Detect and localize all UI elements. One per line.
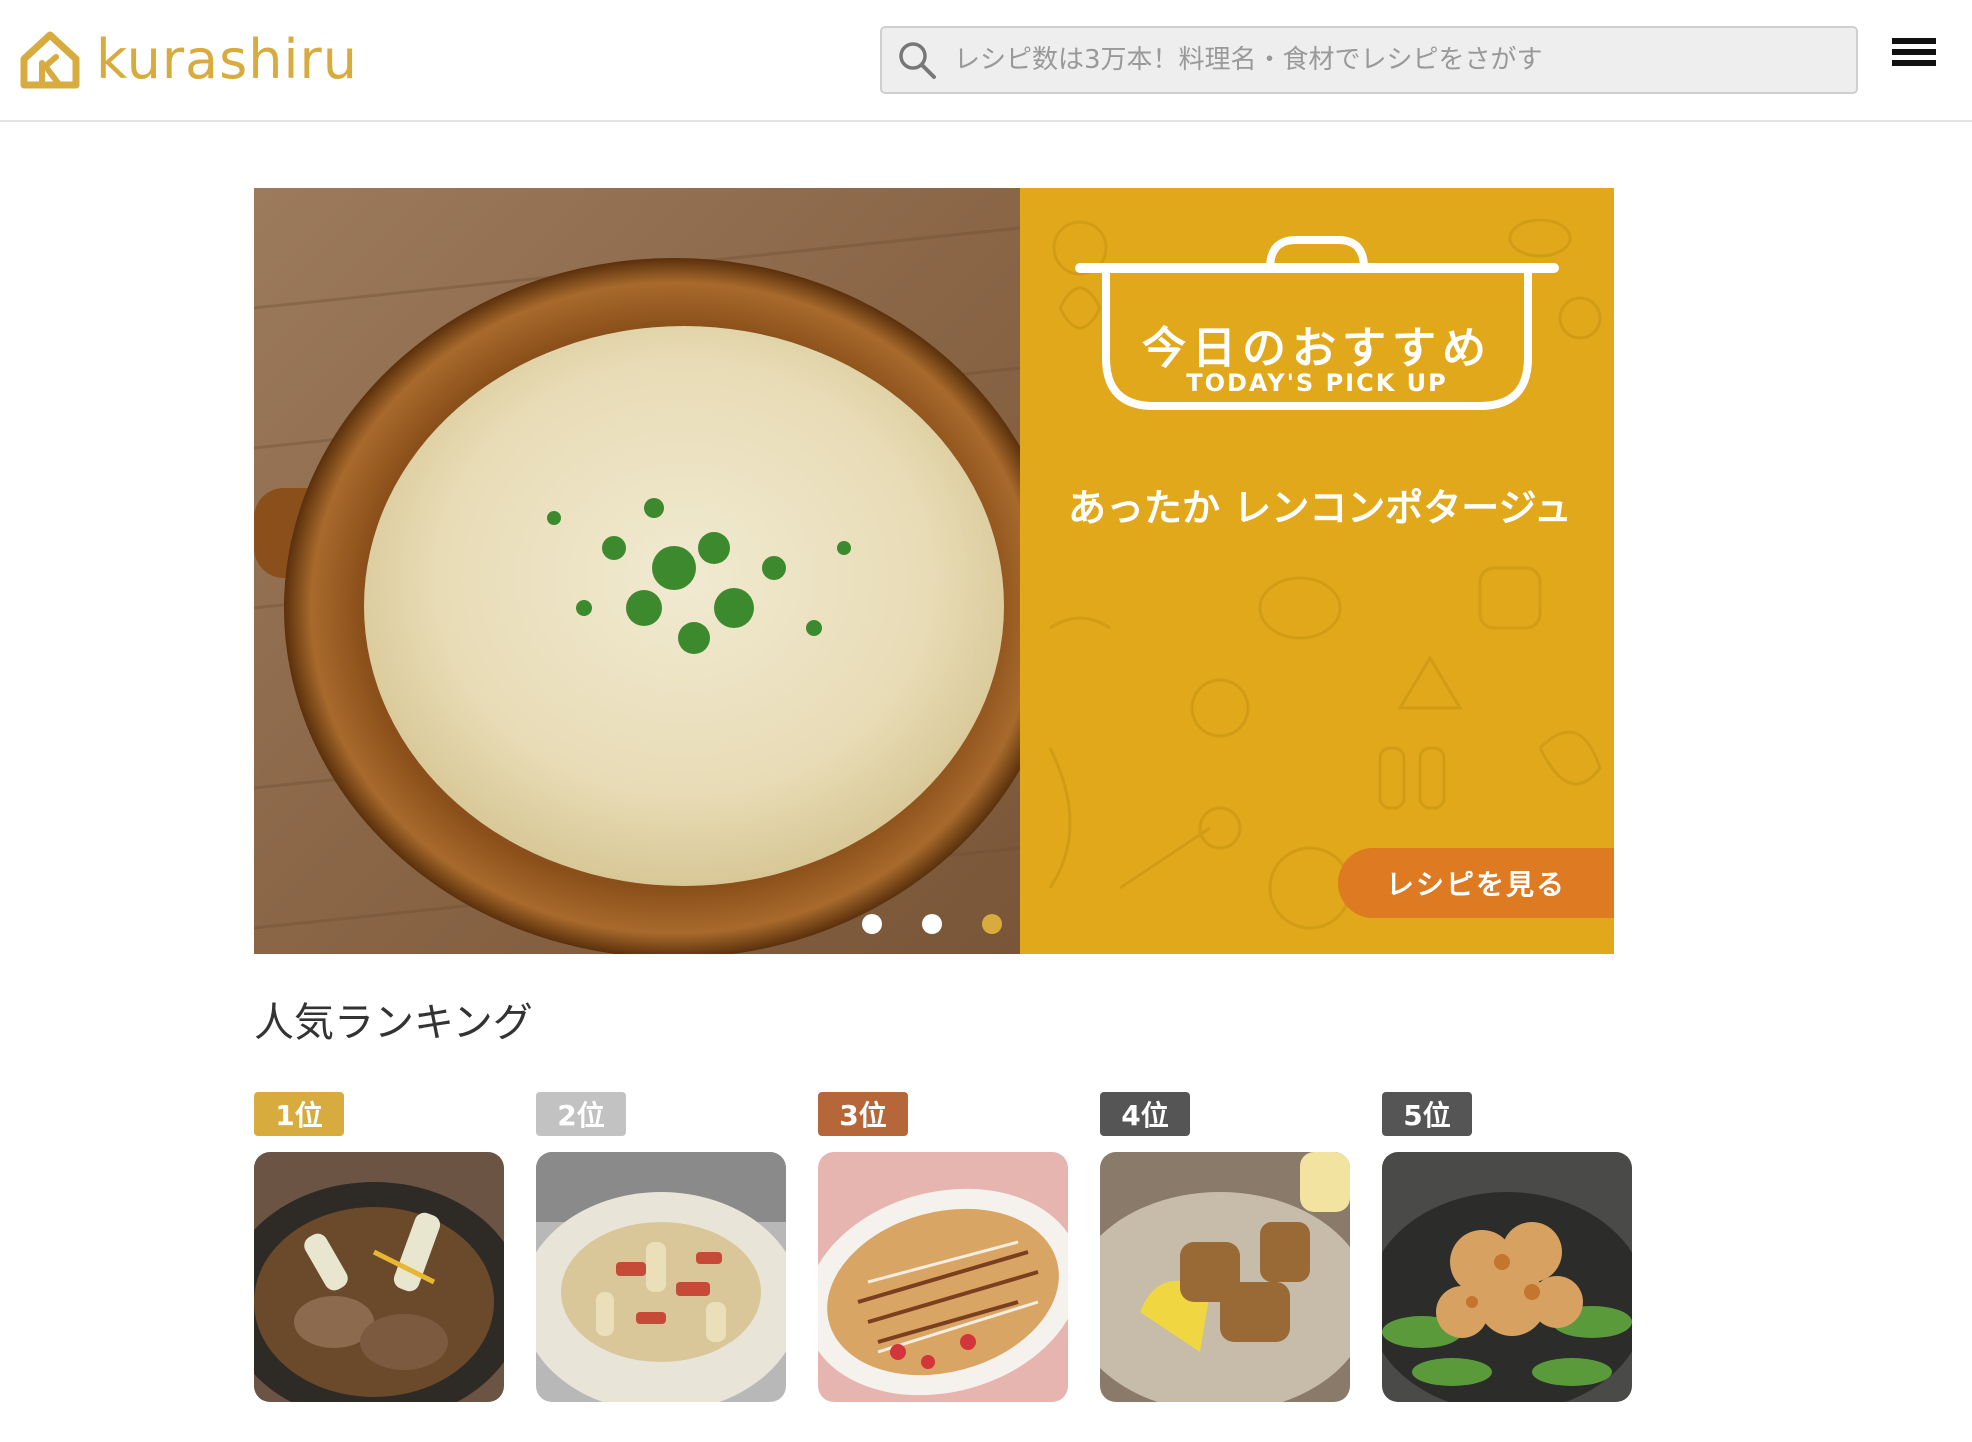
logo-wordmark: kurashiru [96, 28, 358, 91]
recipe-thumbnail[interactable] [254, 1152, 504, 1402]
search-bar[interactable] [880, 26, 1858, 94]
todays-pick-subtitle: TODAY'S PICK UP [1186, 369, 1448, 397]
search-input[interactable] [954, 30, 1834, 90]
site-header: kurashiru [0, 0, 1972, 122]
hamburger-menu-icon[interactable] [1892, 38, 1936, 72]
ranking-heading: 人気ランキング [254, 1000, 533, 1046]
todays-pick-banner[interactable]: 今日のおすすめ TODAY'S PICK UP あったか レンコンポタージュ レ… [254, 188, 1614, 954]
rank-badge: 3位 [818, 1092, 908, 1136]
todays-pick-panel[interactable]: 今日のおすすめ TODAY'S PICK UP あったか レンコンポタージュ レ… [1020, 188, 1614, 954]
carousel-dot[interactable] [922, 914, 942, 934]
carousel-dot[interactable] [862, 914, 882, 934]
hero-recipe-photo[interactable] [254, 188, 1020, 954]
recipe-thumbnail[interactable] [818, 1152, 1068, 1402]
rank-badge: 5位 [1382, 1092, 1472, 1136]
hero-recipe-title[interactable]: あったか レンコンポタージュ [1068, 476, 1578, 540]
ranking-list: 1位 2位 3位 4位 5位 [254, 1090, 1654, 1410]
carousel-dot-active[interactable] [982, 914, 1002, 934]
recipe-thumbnail[interactable] [1100, 1152, 1350, 1402]
rank-badge: 2位 [536, 1092, 626, 1136]
carousel-dots [862, 914, 1042, 934]
recipe-thumbnail[interactable] [536, 1152, 786, 1402]
todays-pick-title: 今日のおすすめ [1142, 323, 1492, 374]
rank-badge: 4位 [1100, 1092, 1190, 1136]
search-icon [899, 42, 936, 79]
recipe-thumbnail[interactable] [1382, 1152, 1632, 1402]
view-recipe-button[interactable]: レシピを見る [1338, 848, 1614, 918]
soup-bowl-image [254, 188, 1020, 954]
home-logo-icon [20, 31, 80, 89]
site-logo[interactable]: kurashiru [18, 28, 358, 92]
rank-badge: 1位 [254, 1092, 344, 1136]
